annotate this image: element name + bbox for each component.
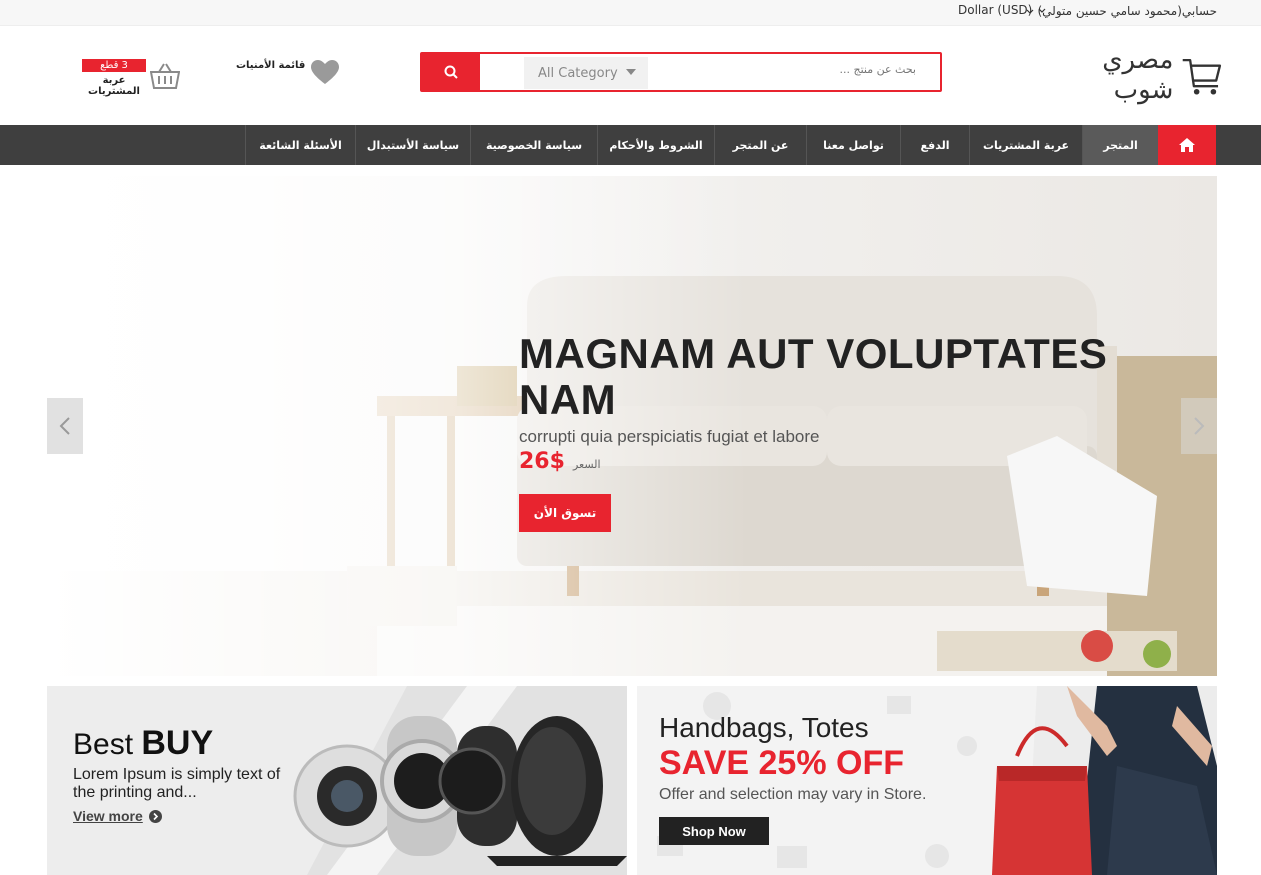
banner-title-bold: BUY bbox=[141, 724, 214, 762]
cart-label: عربة المشتريات bbox=[88, 75, 140, 97]
caret-down-icon bbox=[626, 69, 636, 75]
promo-banner-handbags[interactable]: Handbags, Totes SAVE 25% OFF Offer and s… bbox=[637, 686, 1217, 875]
slider-prev-button[interactable] bbox=[47, 398, 83, 454]
banner-offer-text: Offer and selection may vary in Store. bbox=[659, 786, 927, 803]
view-more-label: View more bbox=[73, 808, 143, 824]
category-select[interactable]: All Category bbox=[524, 57, 648, 89]
top-bar: Dollar (USD) حسابي(محمود سامي حسين متولي… bbox=[0, 0, 1261, 26]
price-value: 26$ bbox=[519, 449, 565, 474]
main-nav: المتجر عربة المشتريات الدفع تواصل معنا ع… bbox=[0, 125, 1261, 165]
nav-item-label: عن المتجر bbox=[732, 138, 789, 152]
nav-item-label: عربة المشتريات bbox=[982, 138, 1070, 152]
cart-link[interactable]: 3 قطع عربة المشتريات bbox=[82, 58, 182, 98]
nav-item-label: الدفع bbox=[920, 138, 950, 152]
wishlist-link[interactable]: قائمة الأمنيات bbox=[236, 59, 340, 86]
search-bar: All Category bbox=[420, 52, 942, 92]
banner-description: Lorem Ipsum is simply text of the printi… bbox=[73, 766, 281, 801]
shop-now-button[interactable]: تسوق الأن bbox=[519, 494, 611, 532]
slide-content: MAGNAM AUT VOLUPTATES NAM corrupti quia … bbox=[519, 331, 1159, 532]
account-label: حسابي(محمود سامي حسين متولي) bbox=[1037, 4, 1217, 18]
wishlist-label: قائمة الأمنيات bbox=[236, 59, 306, 71]
currency-label: Dollar (USD) bbox=[958, 3, 1033, 17]
search-button[interactable] bbox=[422, 54, 480, 90]
site-logo[interactable]: مصري شوب bbox=[1044, 45, 1224, 105]
nav-item-about[interactable]: عن المتجر bbox=[714, 125, 806, 165]
nav-item-faq[interactable]: الأسئلة الشائعة bbox=[245, 125, 355, 165]
nav-item-cart[interactable]: عربة المشتريات bbox=[969, 125, 1082, 165]
nav-item-label: الأسئلة الشائعة bbox=[259, 138, 342, 152]
view-more-link[interactable]: View more bbox=[73, 808, 162, 824]
arrow-circle-right-icon bbox=[148, 809, 162, 823]
slide-subtitle: corrupti quia perspiciatis fugiat et lab… bbox=[519, 427, 820, 446]
hero-slider: MAGNAM AUT VOLUPTATES NAM corrupti quia … bbox=[47, 176, 1217, 676]
nav-item-label: تواصل معنا bbox=[823, 138, 884, 152]
chevron-down-icon bbox=[1026, 9, 1034, 14]
cart-count-badge: 3 قطع bbox=[82, 59, 146, 72]
nav-item-privacy[interactable]: سياسة الخصوصية bbox=[470, 125, 597, 165]
promo-banner-best-buy[interactable]: Best BUY Lorem Ipsum is simply text of t… bbox=[47, 686, 627, 875]
site-header: مصري شوب All Category قائمة الأمنيات 3 ق… bbox=[0, 26, 1261, 125]
slide-title: MAGNAM AUT VOLUPTATES NAM bbox=[519, 330, 1108, 423]
chevron-left-icon bbox=[59, 417, 70, 435]
category-select-value: All Category bbox=[538, 65, 618, 81]
nav-item-contact[interactable]: تواصل معنا bbox=[806, 125, 900, 165]
nav-item-label: الشروط والأحكام bbox=[609, 138, 703, 152]
slide-price: 26$ السعر bbox=[519, 449, 1159, 474]
heart-icon bbox=[311, 60, 340, 84]
chevron-right-icon bbox=[1194, 417, 1205, 435]
nav-home[interactable] bbox=[1158, 125, 1216, 165]
cart-logo-icon bbox=[1183, 58, 1222, 95]
banner-title-light: Best bbox=[73, 728, 142, 761]
banner-title: Handbags, Totes bbox=[659, 712, 869, 743]
search-icon bbox=[444, 65, 458, 79]
nav-item-returns[interactable]: سياسة الأستبدال bbox=[355, 125, 470, 165]
logo-text: مصري شوب bbox=[1102, 45, 1174, 105]
slider-next-button[interactable] bbox=[1181, 398, 1217, 454]
nav-item-label: المتجر bbox=[1103, 138, 1138, 152]
basket-icon bbox=[150, 63, 180, 89]
nav-item-label: سياسة الخصوصية bbox=[485, 138, 583, 152]
shop-now-button[interactable]: Shop Now bbox=[659, 817, 769, 845]
account-menu[interactable]: حسابي(محمود سامي حسين متولي) bbox=[1026, 4, 1217, 18]
nav-item-label: سياسة الأستبدال bbox=[366, 138, 460, 152]
nav-item-payment[interactable]: الدفع bbox=[900, 125, 969, 165]
banner-discount: SAVE 25% OFF bbox=[659, 744, 904, 782]
nav-item-terms[interactable]: الشروط والأحكام bbox=[597, 125, 714, 165]
banner-title: Best BUY bbox=[73, 724, 213, 763]
price-label: السعر bbox=[572, 458, 601, 471]
home-icon bbox=[1179, 138, 1195, 152]
search-input[interactable] bbox=[656, 63, 916, 76]
nav-item-store[interactable]: المتجر bbox=[1082, 125, 1158, 165]
